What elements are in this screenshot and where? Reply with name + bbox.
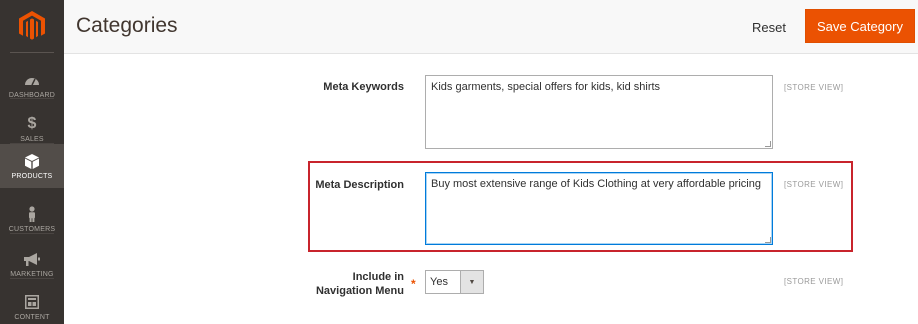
logo-divider — [10, 52, 54, 53]
save-category-button[interactable]: Save Category — [805, 9, 915, 43]
include-in-menu-select[interactable]: Yes ▼ — [425, 270, 484, 294]
dollar-icon: $ — [27, 115, 37, 132]
sidebar-item-label: CUSTOMERS — [8, 226, 56, 233]
include-in-menu-label-line2: Navigation Menu — [315, 285, 404, 297]
sidebar-item-dashboard[interactable]: DASHBOARD — [0, 63, 64, 107]
magento-logo-icon — [19, 11, 45, 40]
cube-icon — [23, 152, 41, 170]
meta-description-label: Meta Description — [315, 179, 404, 191]
dashboard-icon — [23, 71, 41, 89]
include-in-menu-label: Include in Navigation Menu — [300, 270, 404, 298]
layout-icon — [23, 293, 41, 311]
required-asterisk: * — [411, 277, 416, 291]
sidebar-item-customers[interactable]: CUSTOMERS — [0, 197, 64, 241]
meta-keywords-label: Meta Keywords — [323, 81, 404, 93]
resize-handle[interactable] — [765, 237, 771, 243]
sidebar-item-products[interactable]: PRODUCTS — [0, 144, 64, 188]
store-view-scope: [STORE VIEW] — [784, 83, 844, 92]
store-view-scope: [STORE VIEW] — [784, 277, 844, 286]
meta-keywords-field[interactable]: Kids garments, special offers for kids, … — [425, 75, 773, 149]
magento-logo[interactable] — [0, 0, 64, 52]
nav-divider — [10, 98, 54, 99]
chevron-down-icon[interactable]: ▼ — [460, 271, 483, 293]
admin-app: DASHBOARD $ SALES PRODUCTS CUSTOMERS MAR… — [0, 0, 918, 324]
include-in-menu-label-line1: Include in — [352, 271, 404, 283]
sidebar-item-content[interactable]: CONTENT — [0, 285, 64, 324]
admin-sidebar: DASHBOARD $ SALES PRODUCTS CUSTOMERS MAR… — [0, 0, 64, 324]
sidebar-item-label: MARKETING — [10, 271, 54, 278]
meta-description-field[interactable]: Buy most extensive range of Kids Clothin… — [425, 172, 773, 245]
sidebar-item-label: CONTENT — [14, 314, 50, 321]
person-icon — [23, 205, 41, 223]
nav-divider — [10, 278, 54, 279]
megaphone-icon — [23, 250, 41, 268]
nav-divider — [10, 233, 54, 234]
sidebar-item-marketing[interactable]: MARKETING — [0, 242, 64, 286]
store-view-scope: [STORE VIEW] — [784, 180, 844, 189]
select-value: Yes — [430, 276, 448, 288]
page-header: Categories Reset Save Category — [64, 0, 918, 54]
sidebar-item-label: PRODUCTS — [11, 173, 53, 180]
sidebar-item-label: SALES — [20, 136, 44, 143]
resize-handle[interactable] — [765, 141, 771, 147]
page-title: Categories — [76, 14, 178, 37]
reset-button[interactable]: Reset — [744, 12, 794, 42]
